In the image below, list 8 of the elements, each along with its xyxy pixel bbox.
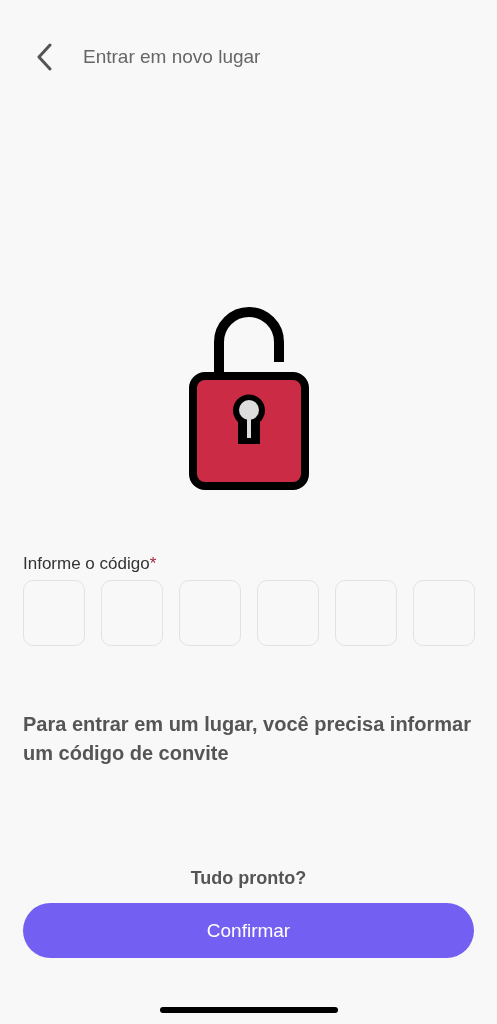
back-icon [35, 43, 53, 71]
screen-title: Entrar em novo lugar [83, 46, 261, 68]
confirm-button[interactable]: Confirmar [23, 903, 474, 958]
invite-code-message: Para entrar em um lugar, você precisa informar um código de convite [23, 712, 472, 766]
padlock-icon [187, 304, 310, 492]
ready-prompt: Tudo pronto? [189, 868, 308, 889]
code-label: Informe o código* [23, 554, 158, 574]
required-mark: * [149, 554, 157, 573]
